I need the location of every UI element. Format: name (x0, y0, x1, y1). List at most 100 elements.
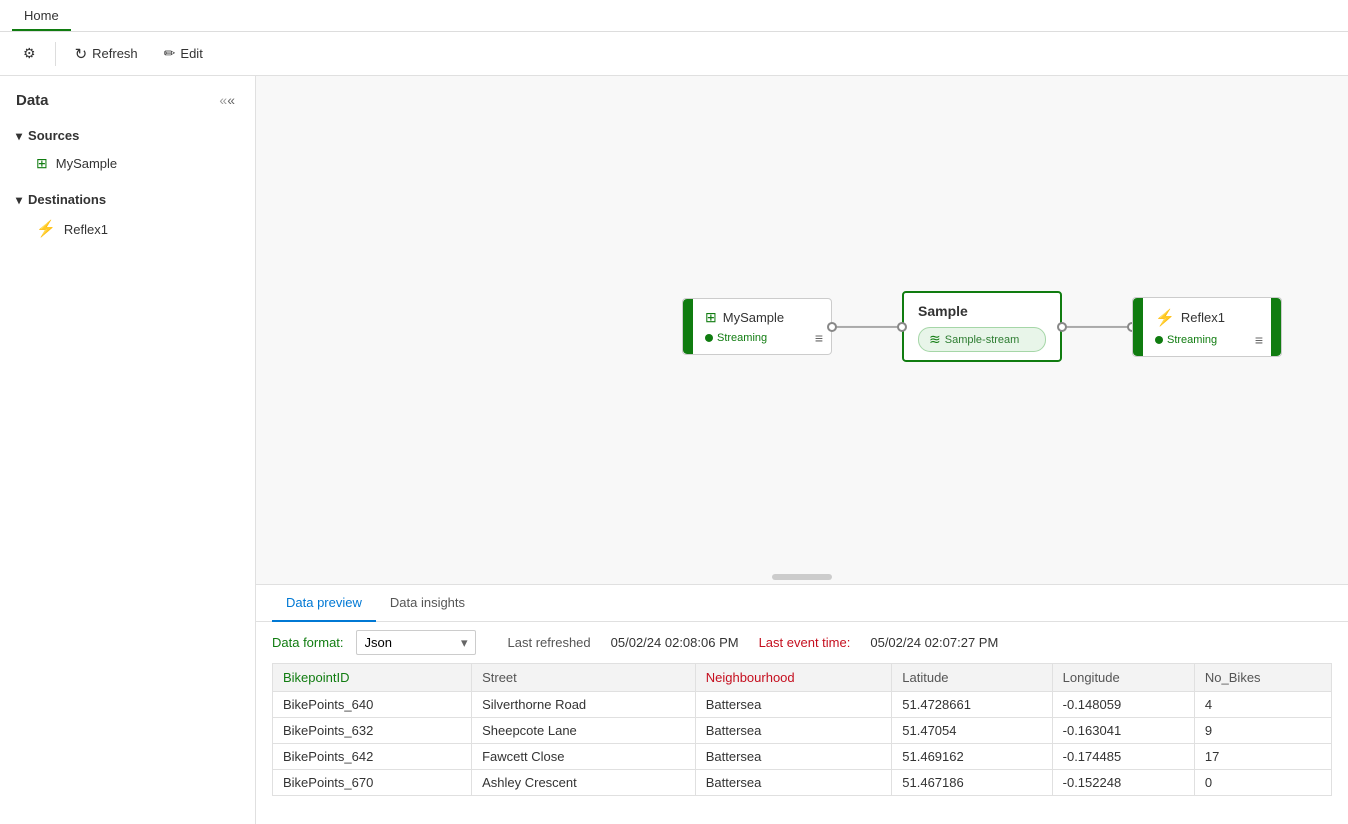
dest-menu-icon[interactable]: ≡ (1255, 331, 1263, 347)
bottom-toolbar: Data format: Json CSV Parquet Last refre… (256, 622, 1348, 663)
source-name: MySample (723, 310, 784, 325)
source-status-dot (705, 334, 713, 342)
table-cell: Battersea (695, 744, 892, 770)
sidebar-item-mysample[interactable]: MySample (0, 149, 255, 178)
destinations-label: Destinations (28, 192, 106, 207)
canvas-scrollbar[interactable] (772, 574, 832, 580)
content-area: MySample Streaming ≡ (256, 76, 1348, 824)
reflex1-label: Reflex1 (64, 222, 108, 237)
home-tab[interactable]: Home (12, 2, 71, 31)
tab-data-insights[interactable]: Data insights (376, 585, 479, 622)
table-cell: -0.152248 (1052, 770, 1194, 796)
table-cell: 51.47054 (892, 718, 1052, 744)
data-table: BikepointID Street Neighbourhood Latitud… (272, 663, 1332, 796)
col-latitude: Latitude (892, 664, 1052, 692)
table-cell: Ashley Crescent (472, 770, 696, 796)
table-cell: 4 (1194, 692, 1331, 718)
table-container: BikepointID Street Neighbourhood Latitud… (256, 663, 1348, 824)
col-street: Street (472, 664, 696, 692)
source-grid-icon (705, 309, 717, 326)
data-format-select-wrapper[interactable]: Json CSV Parquet (356, 630, 476, 655)
mysample-label: MySample (56, 156, 117, 171)
sources-label: Sources (28, 128, 79, 143)
table-row: BikePoints_670Ashley CrescentBattersea51… (273, 770, 1332, 796)
bottom-panel: Data preview Data insights Data format: … (256, 584, 1348, 824)
dest-status-dot (1155, 335, 1163, 343)
table-cell: 0 (1194, 770, 1331, 796)
source-node-mysample[interactable]: MySample Streaming ≡ (682, 298, 832, 355)
edit-button[interactable]: Edit (153, 39, 214, 68)
last-event-value: 05/02/24 02:07:27 PM (870, 635, 998, 650)
col-neighbourhood: Neighbourhood (695, 664, 892, 692)
center-node-sample[interactable]: Sample Sample-stream (902, 291, 1062, 362)
table-cell: Fawcett Close (472, 744, 696, 770)
collapse-icon: « (219, 92, 235, 108)
table-body: BikePoints_640Silverthorne RoadBattersea… (273, 692, 1332, 796)
destinations-section: Destinations Reflex1 (0, 182, 255, 249)
sidebar: Data « Sources MySample Destinations (0, 76, 256, 824)
gear-icon (23, 45, 36, 62)
dest-status: Streaming (1155, 333, 1259, 345)
main-layout: Data « Sources MySample Destinations (0, 76, 1348, 824)
source-left-bar (683, 299, 693, 354)
dest-node-reflex1[interactable]: Reflex1 Streaming ≡ (1132, 296, 1282, 356)
source-menu-icon[interactable]: ≡ (815, 330, 823, 346)
destinations-chevron-icon (16, 192, 22, 207)
dest-name: Reflex1 (1181, 310, 1225, 325)
table-cell: Battersea (695, 770, 892, 796)
table-cell: BikePoints_670 (273, 770, 472, 796)
dest-left-bar (1133, 297, 1143, 355)
dest-status-label: Streaming (1167, 333, 1217, 345)
reflex1-bolt-icon (36, 219, 56, 239)
sources-section: Sources MySample (0, 118, 255, 182)
table-cell: 51.4728661 (892, 692, 1052, 718)
dest-title: Reflex1 (1155, 307, 1259, 327)
table-cell: 9 (1194, 718, 1331, 744)
center-node-title: Sample (918, 303, 1046, 319)
table-cell: -0.174485 (1052, 744, 1194, 770)
destinations-section-header[interactable]: Destinations (0, 186, 255, 213)
source-status-label: Streaming (717, 332, 767, 344)
table-cell: 17 (1194, 744, 1331, 770)
refresh-label: Refresh (92, 46, 138, 61)
table-cell: Battersea (695, 692, 892, 718)
mysample-grid-icon (36, 155, 48, 172)
table-row: BikePoints_640Silverthorne RoadBattersea… (273, 692, 1332, 718)
refresh-button[interactable]: Refresh (64, 39, 149, 69)
table-cell: -0.148059 (1052, 692, 1194, 718)
refresh-info: Last refreshed 05/02/24 02:08:06 PM Last… (508, 635, 999, 650)
source-status: Streaming (705, 332, 819, 344)
table-row: BikePoints_642Fawcett CloseBattersea51.4… (273, 744, 1332, 770)
sidebar-item-reflex1[interactable]: Reflex1 (0, 213, 255, 245)
sidebar-header: Data « (0, 76, 255, 118)
sources-section-header[interactable]: Sources (0, 122, 255, 149)
stream-icon (929, 331, 941, 348)
data-format-label: Data format: (272, 635, 344, 650)
table-cell: BikePoints_640 (273, 692, 472, 718)
col-bikepointid: BikepointID (273, 664, 472, 692)
table-cell: -0.163041 (1052, 718, 1194, 744)
toolbar: Refresh Edit (0, 32, 1348, 76)
last-event-label: Last event time: (759, 635, 851, 650)
table-cell: Sheepcote Lane (472, 718, 696, 744)
sidebar-title: Data (16, 92, 49, 109)
gear-button[interactable] (12, 39, 47, 68)
connector-left (832, 325, 902, 327)
connector-right (1062, 325, 1132, 327)
sidebar-collapse-button[interactable]: « (215, 90, 239, 110)
toolbar-divider (55, 42, 56, 66)
data-format-select[interactable]: Json CSV Parquet (356, 630, 476, 655)
sample-stream-pill[interactable]: Sample-stream (918, 327, 1046, 352)
dest-content: Reflex1 Streaming (1143, 297, 1271, 355)
edit-label: Edit (180, 46, 202, 61)
canvas-area: MySample Streaming ≡ (256, 76, 1348, 584)
flow-diagram: MySample Streaming ≡ (682, 291, 1282, 362)
table-header: BikepointID Street Neighbourhood Latitud… (273, 664, 1332, 692)
tab-data-preview[interactable]: Data preview (272, 585, 376, 622)
table-cell: Battersea (695, 718, 892, 744)
dest-bolt-icon (1155, 307, 1175, 327)
sources-chevron-icon (16, 128, 22, 143)
col-longitude: Longitude (1052, 664, 1194, 692)
table-cell: 51.467186 (892, 770, 1052, 796)
source-content: MySample Streaming (693, 299, 831, 354)
